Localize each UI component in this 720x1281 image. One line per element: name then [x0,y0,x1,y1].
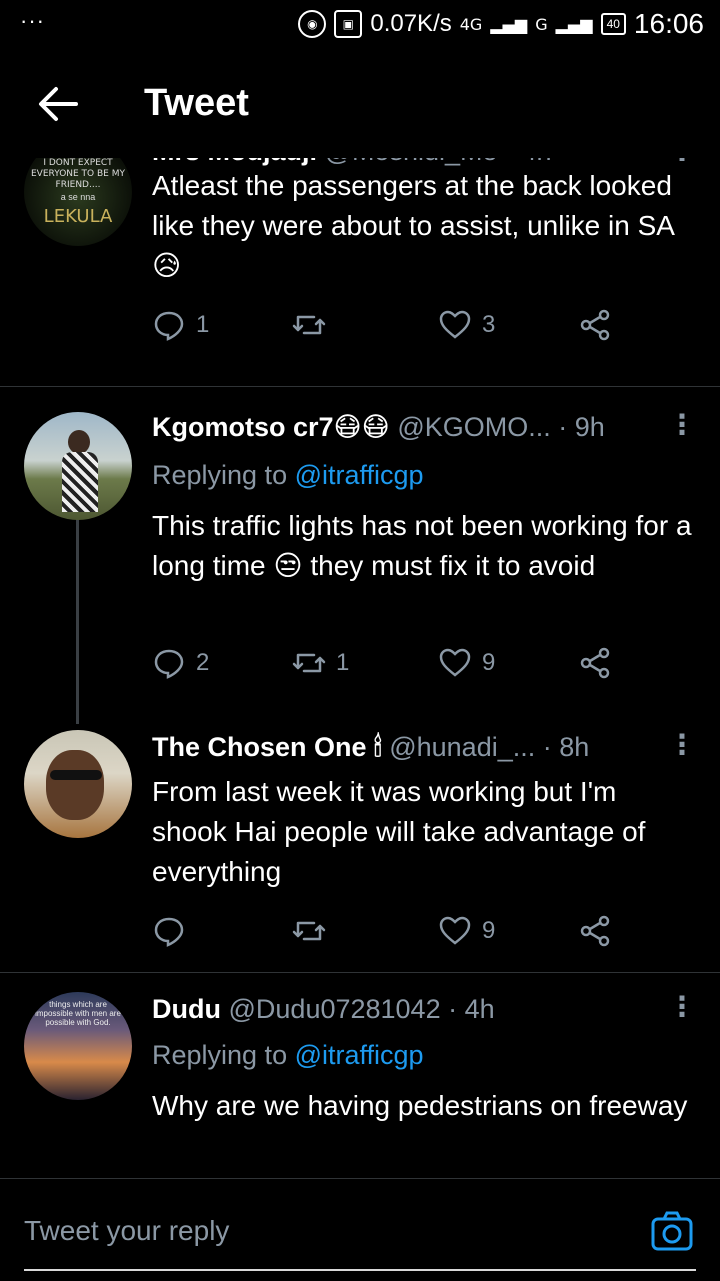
like-button[interactable]: 9 [438,914,495,948]
avatar-caption-2: a se nna [60,192,96,202]
tweet[interactable]: I DONT EXPECT EVERYONE TO BE MY FRIEND..… [0,158,720,386]
author-name[interactable]: Dudu [152,994,221,1024]
reply-count: 2 [196,649,210,676]
reply-count: 1 [196,311,210,338]
tweet-list: I DONT EXPECT EVERYONE TO BE MY FRIEND..… [0,158,720,1178]
camera-icon[interactable] [650,1209,694,1253]
screenshot-icon: ▣ [334,10,363,38]
author-handle[interactable]: @Dudu07281042 [229,994,441,1024]
retweet-button[interactable] [292,914,336,948]
replying-to-mention[interactable]: @itrafficgp [295,1040,424,1070]
tweet-actions: 2 1 9 [152,646,632,686]
retweet-count: 1 [336,649,350,676]
share-button[interactable] [578,914,612,948]
heart-icon [439,648,471,677]
avatar[interactable] [24,730,132,838]
reply-icon [154,311,184,341]
retweet-button[interactable]: 1 [292,646,349,680]
author-handle[interactable]: @KGOMO... [397,412,550,442]
share-button[interactable] [578,308,612,342]
more-options-icon[interactable]: ⋮ [668,411,696,442]
like-count: 9 [482,917,496,944]
page-title: Tweet [144,82,249,124]
share-icon [580,647,610,679]
network-type-1: 4G [459,14,483,34]
underline [24,1269,696,1271]
back-arrow-icon[interactable] [36,82,80,126]
tweet-text: Why are we having pedestrians on freeway [152,1090,688,1121]
vibrate-icon: ◉ [298,10,327,38]
divider [0,972,720,973]
signal-icon-2: ▂▄▆ [555,14,593,34]
notification-dots: ··· [20,8,45,33]
tweet-text: Atleast the passengers at the back looke… [152,170,675,281]
replying-to-mention[interactable]: @itrafficgp [295,460,424,490]
author-handle[interactable]: @Moshidi_Mo [325,158,498,166]
heart-icon [439,310,471,339]
app-bar: Tweet [0,60,720,150]
tweet[interactable]: things which are impossible with men are… [0,992,720,1178]
battery-icon: 40 [600,13,626,35]
author-name[interactable]: Kgomotso cr7😷😷 [152,412,390,442]
signal-icon: ▂▄▆ [490,14,528,34]
tweet-actions: 9 [152,914,632,954]
share-button[interactable] [578,646,612,680]
tweet-header: Kgomotso cr7😷😷 @KGOMO... · 9h [152,412,680,443]
reply-button[interactable] [152,914,196,948]
reply-icon [154,649,184,679]
reply-composer: Tweet your reply [0,1178,720,1281]
replying-to-label: Replying to [152,460,288,490]
avatar[interactable] [24,412,132,520]
reply-button[interactable]: 2 [152,646,209,680]
status-bar: ··· ◉ ▣ 0.07K/s 4G ▂▄▆ G ▂▄▆ 40 16:06 [0,0,720,50]
network-type-2: G [535,14,548,34]
tweet-text: This traffic lights has not been working… [152,510,692,581]
tweet-time: · 8h [542,732,590,762]
avatar[interactable]: things which are impossible with men are… [24,992,132,1100]
tweet-header: The Chosen One 🕯 @hunadi_... · 8h [152,732,680,764]
like-count: 9 [482,649,496,676]
tweet-header: Dudu @Dudu07281042 · 4h [152,994,680,1025]
tweet[interactable]: The Chosen One 🕯 @hunadi_... · 8h ⋮ From… [0,730,720,960]
tweet[interactable]: Kgomotso cr7😷😷 @KGOMO... · 9h ⋮ Replying… [0,410,720,720]
author-handle[interactable]: @hunadi_... [389,732,535,762]
replying-to-label: Replying to [152,1040,288,1070]
replying-to: Replying to @itrafficgp [152,1040,424,1071]
tweet-time: · 4h [505,158,552,166]
like-button[interactable]: 3 [438,308,495,342]
avatar-brand: LEKULA [43,206,113,227]
tweet-actions: 1 3 [152,308,632,348]
avatar[interactable]: I DONT EXPECT EVERYONE TO BE MY FRIEND..… [24,158,132,246]
reply-icon [154,917,184,947]
retweet-icon [292,653,326,673]
reply-button[interactable]: 1 [152,308,209,342]
replying-to: Replying to @itrafficgp [152,460,424,491]
share-icon [580,309,610,341]
retweet-icon [292,921,326,941]
divider [0,386,720,387]
status-icons: ◉ ▣ 0.07K/s 4G ▂▄▆ G ▂▄▆ 40 16:06 [298,8,704,40]
reply-input[interactable]: Tweet your reply [24,1215,229,1247]
avatar-caption: things which are impossible with men are… [35,1000,121,1027]
heart-icon [439,916,471,945]
tweet-time: · 4h [448,994,495,1024]
retweet-button[interactable] [292,308,336,342]
tweet-time: · 9h [558,412,605,442]
author-name[interactable]: Mrs Modjadji [152,158,317,166]
avatar-caption: I DONT EXPECT EVERYONE TO BE MY FRIEND..… [30,158,125,190]
network-speed: 0.07K/s [370,10,452,37]
like-button[interactable]: 9 [438,646,495,680]
author-name[interactable]: The Chosen One 🕯 [152,732,382,762]
like-count: 3 [482,311,496,338]
share-icon [580,915,610,947]
more-options-icon[interactable]: ⋮ [668,993,696,1024]
clock: 16:06 [633,8,704,39]
tweet-text: From last week it was working but I'm sh… [152,776,646,887]
more-options-icon[interactable]: ⋮ [668,731,696,762]
retweet-icon [292,315,326,335]
